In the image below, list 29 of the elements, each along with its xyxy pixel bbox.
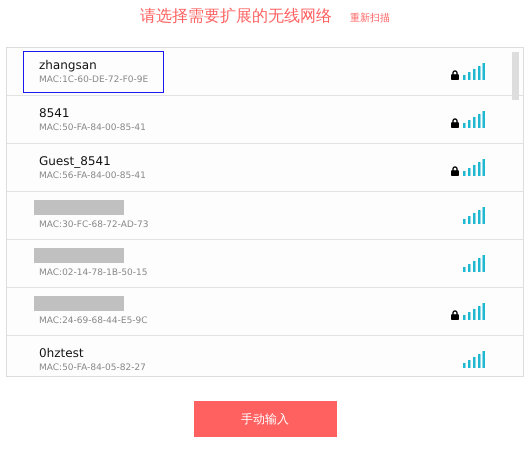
network-item[interactable]: Guest_8541 MAC:56-FA-84-00-85-41 bbox=[23, 146, 164, 188]
mac-address: MAC:56-FA-84-00-85-41 bbox=[39, 170, 147, 182]
network-name: Guest_8541 bbox=[39, 152, 112, 168]
rescan-link[interactable]: 重新扫描 bbox=[350, 11, 390, 25]
network-name: zhangsan bbox=[39, 56, 98, 72]
mac-address: MAC:24-69-68-44-E5-9C bbox=[39, 314, 149, 328]
scrollbar-thumb[interactable] bbox=[512, 52, 519, 100]
network-item[interactable]: MAC:24-69-68-44-E5-9C bbox=[23, 290, 164, 332]
wifi-signal-icon bbox=[463, 351, 485, 368]
mac-address: MAC:30-FC-68-72-AD-73 bbox=[39, 218, 150, 232]
wifi-signal-icon bbox=[463, 303, 485, 320]
mac-address: MAC:50-FA-84-05-82-27 bbox=[39, 362, 147, 374]
wifi-signal-icon bbox=[463, 255, 485, 272]
wifi-signal-icon bbox=[463, 207, 485, 224]
mac-address: MAC:50-FA-84-00-85-41 bbox=[39, 122, 147, 134]
network-item[interactable]: MAC:02-14-78-1B-50-15 bbox=[23, 242, 164, 284]
manual-input-button[interactable]: 手动输入 bbox=[194, 401, 336, 437]
page-title: 请选择需要扩展的无线网络 bbox=[140, 6, 332, 27]
mac-address: MAC:1C-60-DE-72-F0-9E bbox=[39, 74, 150, 86]
mac-address: MAC:02-14-78-1B-50-15 bbox=[39, 266, 148, 280]
network-item[interactable]: 0hztest MAC:50-FA-84-05-82-27 bbox=[23, 338, 164, 376]
network-item[interactable]: MAC:30-FC-68-72-AD-73 bbox=[23, 194, 164, 236]
wifi-signal-icon bbox=[463, 111, 485, 128]
wifi-signal-icon bbox=[463, 159, 485, 176]
network-name: 8541 bbox=[39, 104, 71, 120]
network-name: 0hztest bbox=[39, 344, 85, 360]
network-item[interactable]: 8541 MAC:50-FA-84-00-85-41 bbox=[23, 98, 164, 140]
wifi-signal-icon bbox=[463, 63, 485, 80]
network-item[interactable]: zhangsan MAC:1C-60-DE-72-F0-9E bbox=[23, 50, 164, 92]
